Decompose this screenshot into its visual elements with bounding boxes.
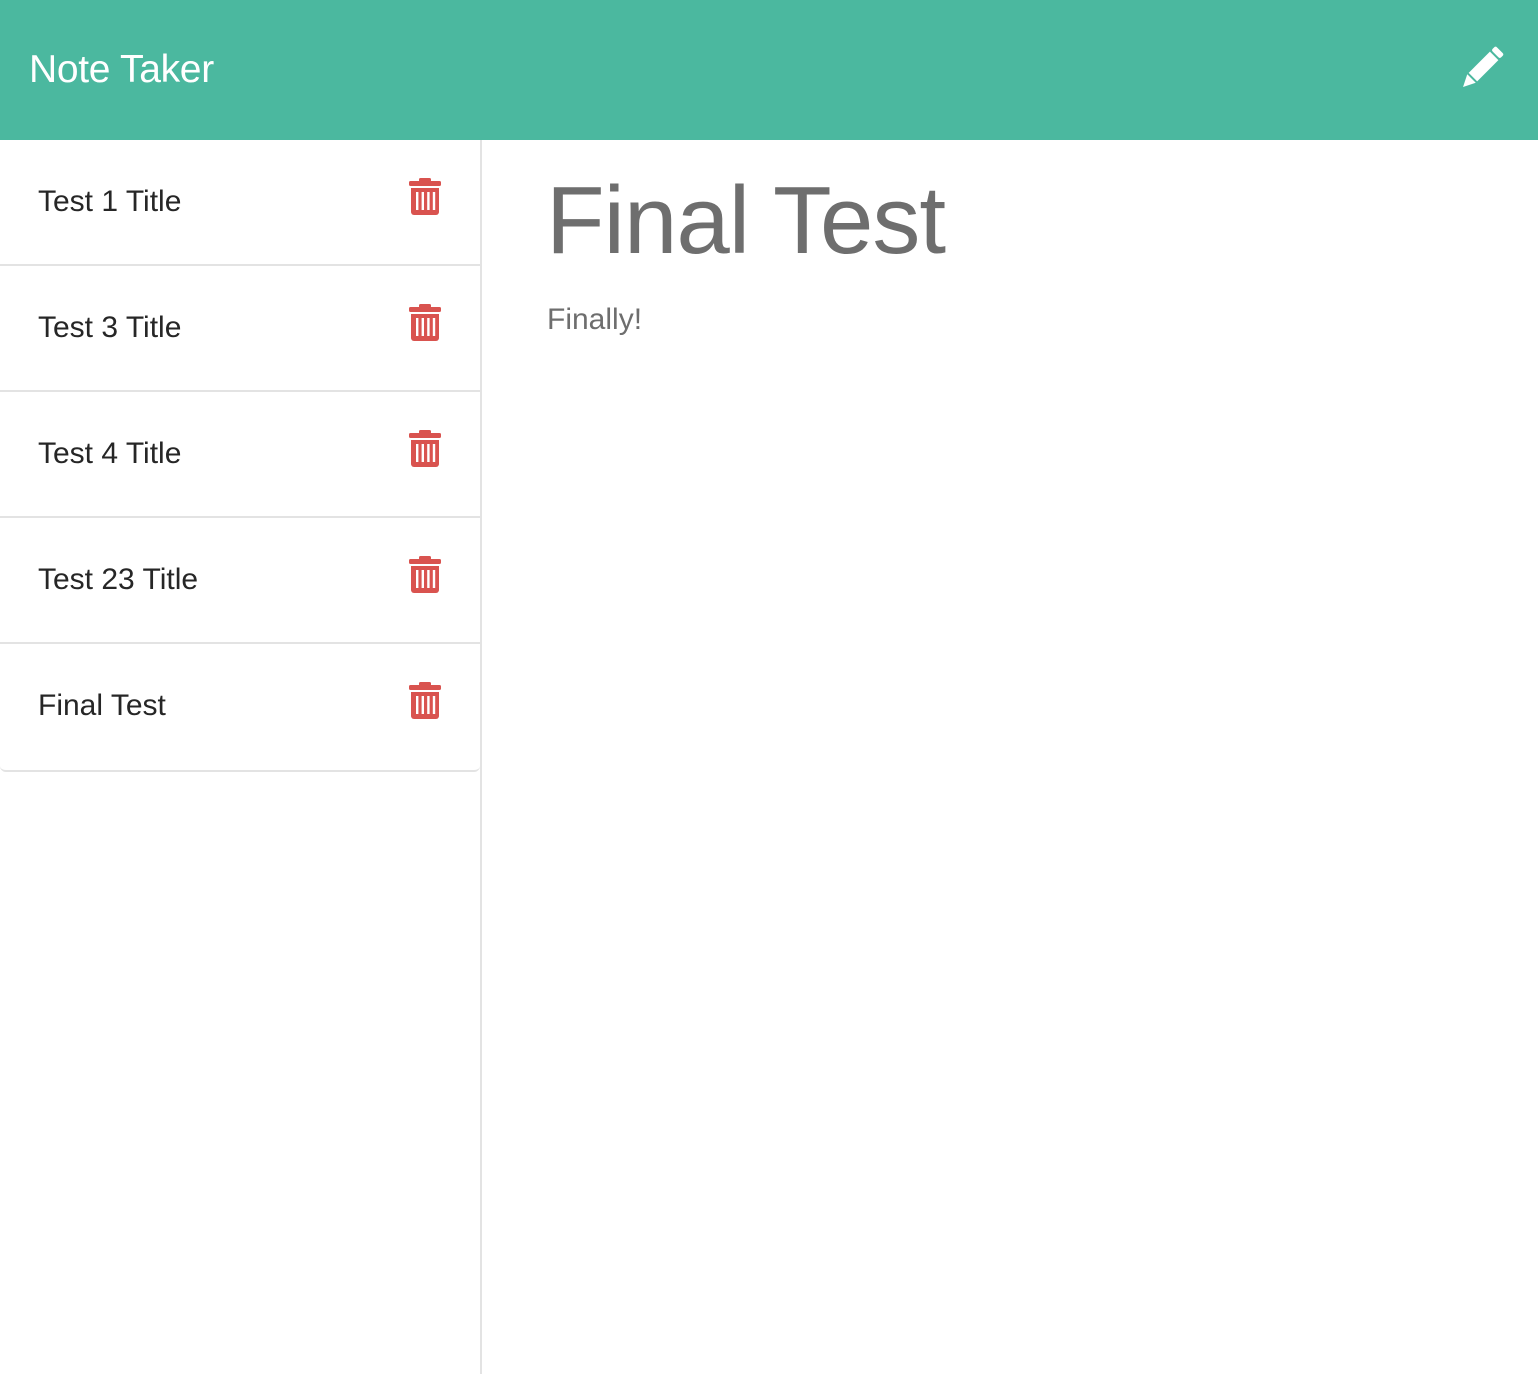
delete-note-button[interactable] [408, 682, 442, 720]
delete-note-button[interactable] [408, 178, 442, 216]
delete-note-button[interactable] [408, 304, 442, 342]
app-brand[interactable]: Note Taker [29, 48, 214, 92]
note-title[interactable]: Test 1 Title [38, 182, 181, 222]
list-item[interactable]: Test 4 Title [0, 392, 480, 518]
list-item[interactable]: Final Test [0, 644, 480, 770]
list-item[interactable]: Test 23 Title [0, 518, 480, 644]
trash-icon [409, 304, 441, 341]
note-editor: Final Test Finally! [482, 140, 1538, 1374]
note-title[interactable]: Test 4 Title [38, 434, 181, 474]
note-title[interactable]: Test 3 Title [38, 308, 181, 348]
note-title[interactable]: Test 23 Title [38, 560, 198, 600]
note-title-view[interactable]: Final Test [546, 166, 946, 276]
delete-note-button[interactable] [408, 556, 442, 594]
list-item[interactable]: Test 1 Title [0, 140, 480, 266]
note-body-view[interactable]: Finally! [547, 300, 642, 340]
new-note-button[interactable] [1451, 41, 1509, 99]
trash-icon [409, 430, 441, 467]
note-title[interactable]: Final Test [38, 686, 166, 726]
trash-icon [409, 556, 441, 593]
note-list: Test 1 Title Test 3 Title Test 4 Title T… [0, 140, 480, 772]
pencil-icon [1463, 46, 1504, 87]
sidebar: Test 1 Title Test 3 Title Test 4 Title T… [0, 140, 482, 1374]
delete-note-button[interactable] [408, 430, 442, 468]
navbar: Note Taker [0, 0, 1538, 140]
trash-icon [409, 682, 441, 719]
trash-icon [409, 178, 441, 215]
list-item[interactable]: Test 3 Title [0, 266, 480, 392]
